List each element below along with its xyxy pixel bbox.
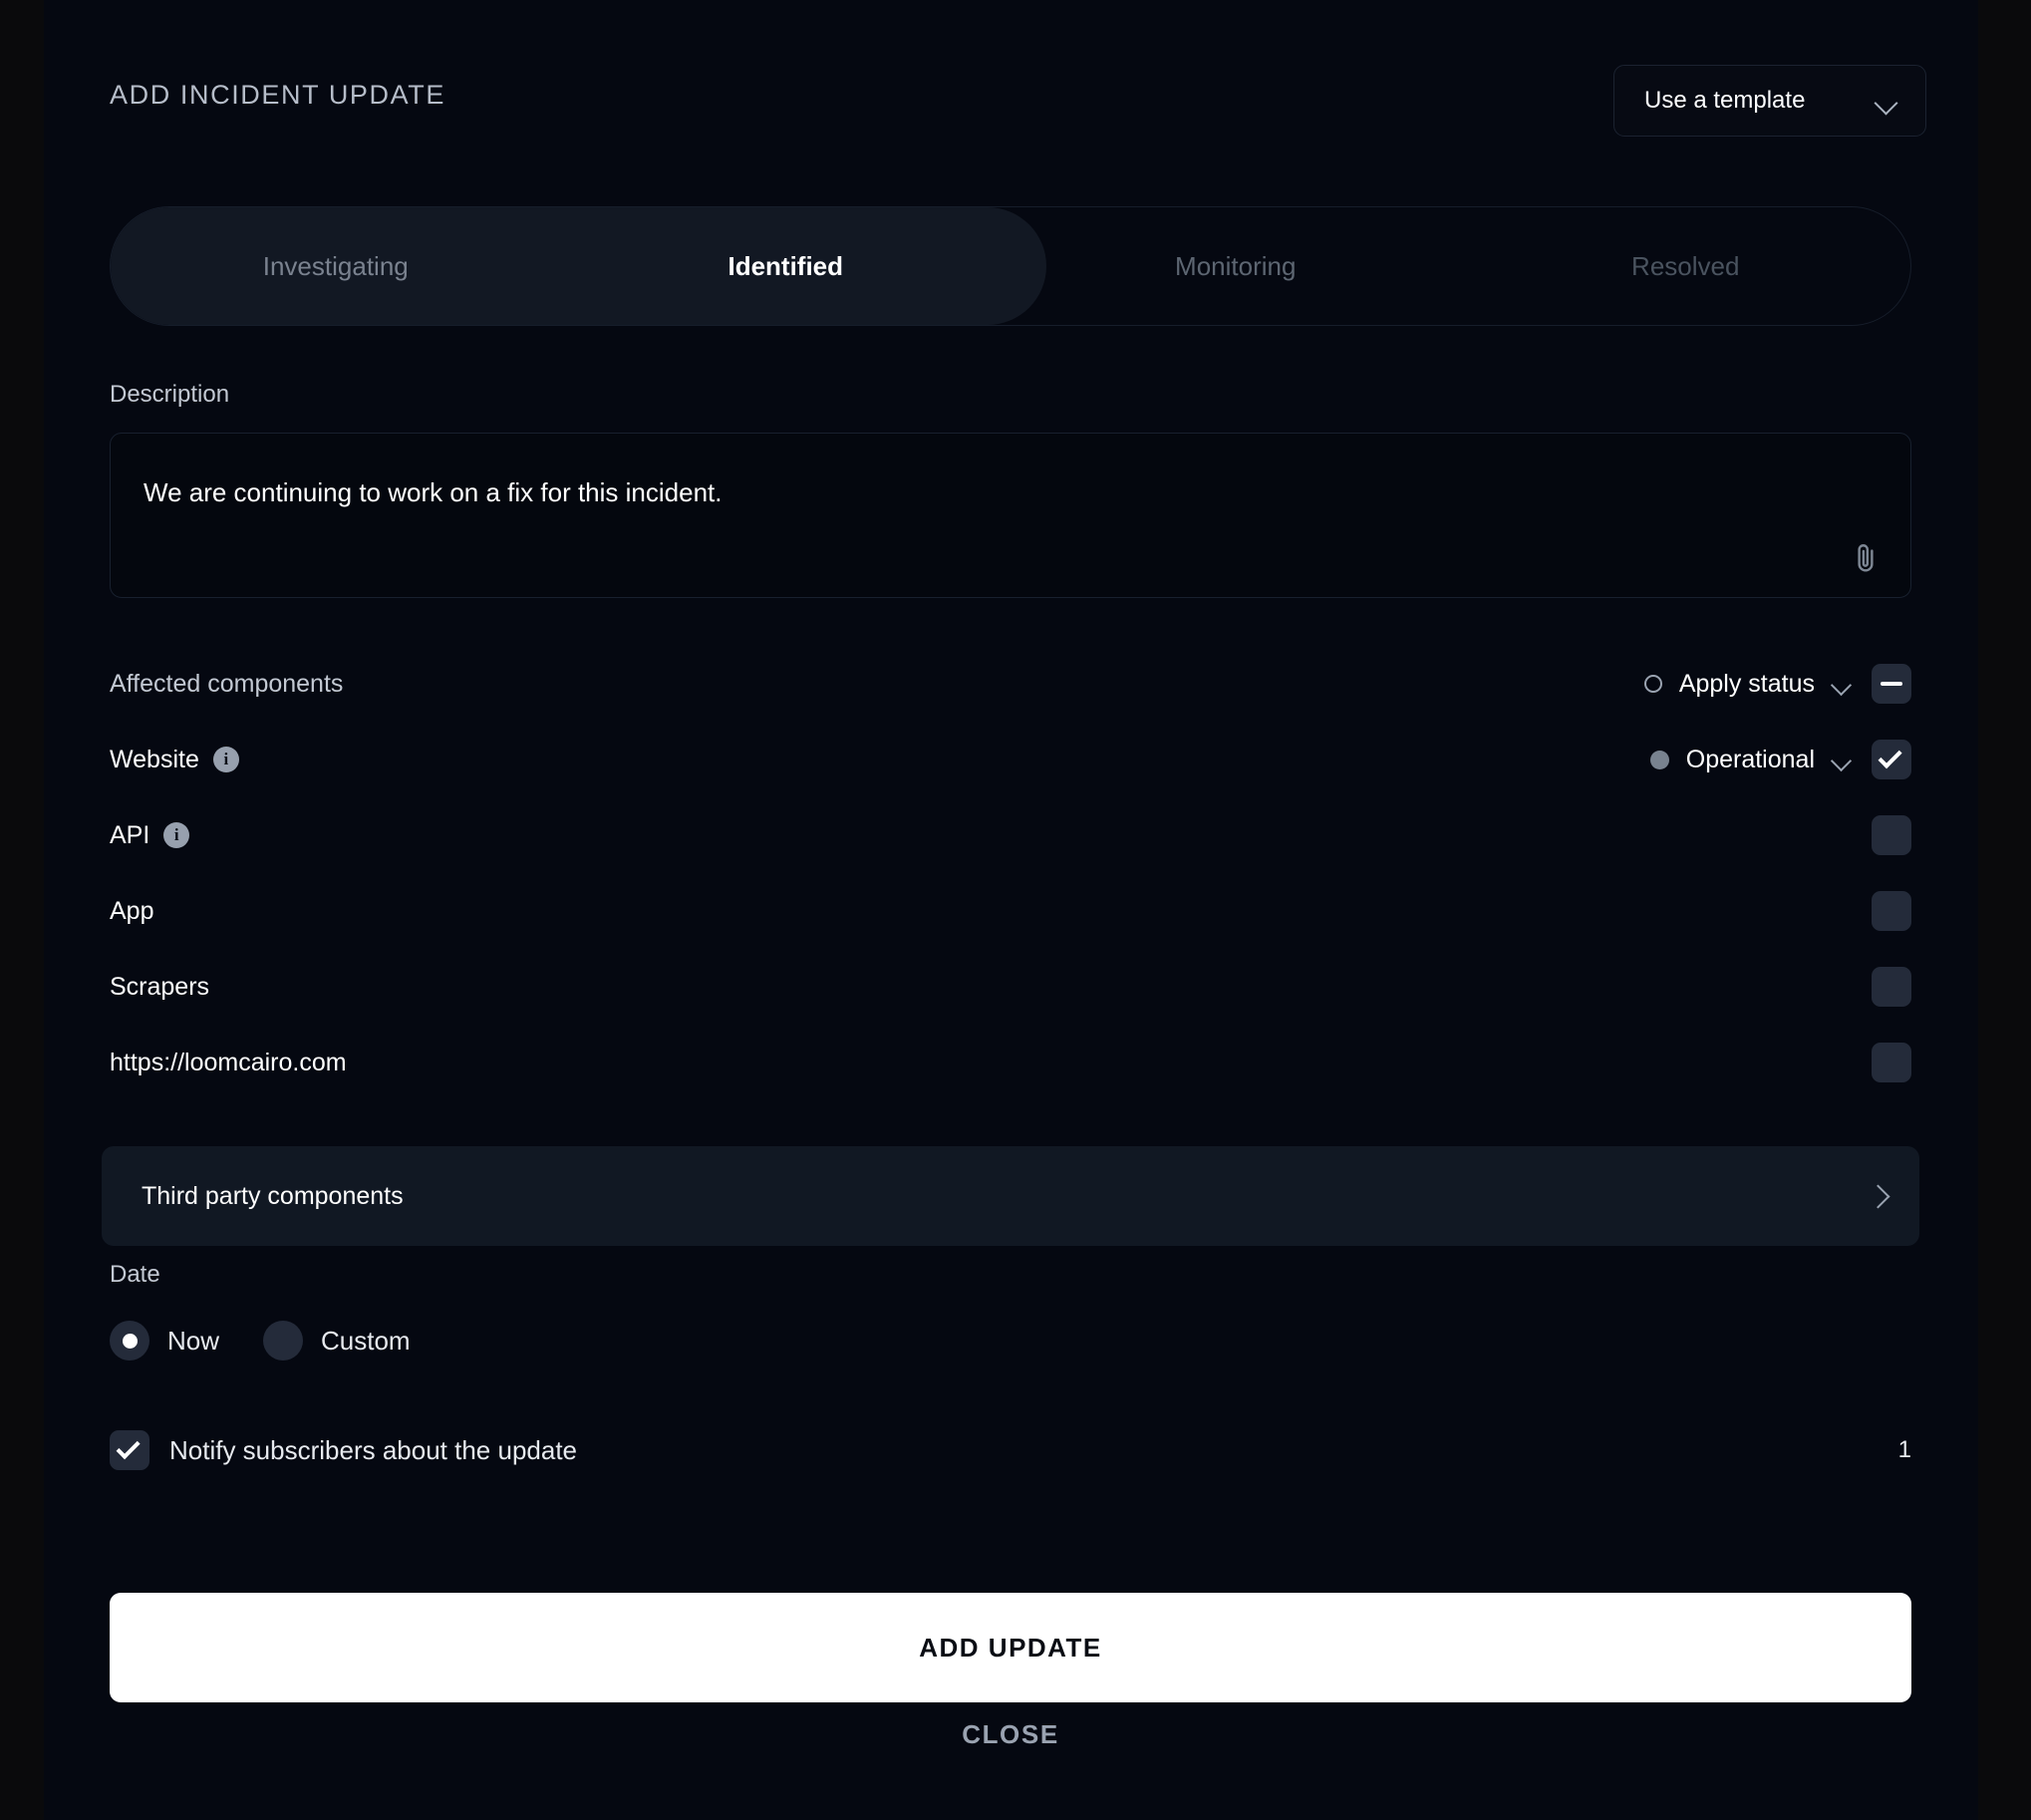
notify-checkbox[interactable]: [110, 1430, 149, 1470]
date-option-custom[interactable]: Custom: [263, 1321, 411, 1361]
paperclip-icon[interactable]: [1849, 541, 1883, 575]
component-row-scrapers: Scrapers: [110, 949, 1911, 1025]
affected-components-header: Affected components Apply status: [110, 646, 1911, 722]
page-title: ADD INCIDENT UPDATE: [110, 80, 445, 110]
tab-monitoring[interactable]: Monitoring: [1011, 207, 1461, 325]
affected-components-list: Affected components Apply status Website: [110, 646, 1911, 1100]
chevron-down-icon: [1832, 678, 1852, 690]
close-button[interactable]: CLOSE: [110, 1719, 1911, 1750]
subscriber-count: 1: [1897, 1436, 1911, 1463]
tab-resolved[interactable]: Resolved: [1461, 207, 1911, 325]
date-option-label: Now: [167, 1325, 220, 1356]
apply-status-label: Apply status: [1678, 669, 1815, 698]
add-incident-update-modal: ADD INCIDENT UPDATE Use a template Inves…: [44, 0, 1978, 1820]
component-status-dropdown[interactable]: Operational: [1649, 745, 1852, 774]
radio-selected-icon: [110, 1321, 149, 1361]
component-name: App: [110, 896, 154, 925]
date-option-label: Custom: [321, 1325, 411, 1356]
date-label: Date: [110, 1261, 160, 1288]
notify-subscribers-toggle[interactable]: Notify subscribers about the update: [110, 1430, 577, 1470]
component-checkbox[interactable]: [1872, 815, 1911, 855]
component-row-api: API i: [110, 797, 1911, 873]
component-checkbox[interactable]: [1872, 1043, 1911, 1082]
apply-status-dropdown[interactable]: Apply status: [1643, 669, 1852, 699]
use-template-label: Use a template: [1644, 87, 1806, 114]
chevron-right-icon: [1870, 1183, 1886, 1209]
status-tabs: Investigating Identified Monitoring Reso…: [110, 206, 1911, 326]
info-icon[interactable]: i: [163, 822, 190, 848]
date-radio-group: Now Custom: [110, 1321, 411, 1361]
description-label: Description: [110, 381, 230, 408]
component-name: API: [110, 820, 150, 849]
chevron-down-icon: [1832, 754, 1852, 765]
tab-investigating[interactable]: Investigating: [111, 207, 561, 325]
description-value: We are continuing to work on a fix for t…: [144, 477, 723, 507]
component-status-label: Operational: [1685, 745, 1815, 773]
component-checkbox[interactable]: [1872, 967, 1911, 1007]
tab-identified[interactable]: Identified: [561, 207, 1012, 325]
use-template-dropdown[interactable]: Use a template: [1613, 65, 1926, 137]
radio-unselected-icon: [263, 1321, 304, 1361]
third-party-components-label: Third party components: [142, 1181, 404, 1210]
check-icon: [116, 1435, 141, 1460]
affected-components-label: Affected components: [110, 669, 344, 698]
component-name: https://loomcairo.com: [110, 1048, 347, 1076]
info-icon[interactable]: i: [212, 747, 239, 772]
component-row-loomcairo: https://loomcairo.com: [110, 1025, 1911, 1100]
status-dot-hollow-icon: [1643, 675, 1662, 693]
app-root: ADD INCIDENT UPDATE Use a template Inves…: [0, 0, 2031, 1820]
component-row-website: Website i Operational: [110, 722, 1911, 797]
chevron-down-icon: [1876, 95, 1897, 108]
notify-subscribers-row: Notify subscribers about the update 1: [110, 1430, 1911, 1470]
component-name: Website: [110, 745, 199, 773]
component-checkbox[interactable]: [1872, 891, 1911, 931]
status-dot-filled-icon: [1649, 750, 1669, 769]
dash-icon: [1881, 681, 1902, 687]
modal-header: ADD INCIDENT UPDATE Use a template: [44, 0, 1978, 150]
component-name: Scrapers: [110, 972, 210, 1001]
check-icon: [1878, 745, 1902, 769]
notify-subscribers-label: Notify subscribers about the update: [169, 1434, 578, 1465]
add-update-button[interactable]: ADD UPDATE: [110, 1593, 1911, 1702]
component-row-app: App: [110, 873, 1911, 949]
date-option-now[interactable]: Now: [110, 1321, 219, 1361]
third-party-components-row[interactable]: Third party components: [102, 1146, 1919, 1246]
description-textarea[interactable]: We are continuing to work on a fix for t…: [110, 433, 1911, 598]
component-checkbox[interactable]: [1872, 740, 1911, 779]
select-all-checkbox[interactable]: [1872, 664, 1911, 704]
